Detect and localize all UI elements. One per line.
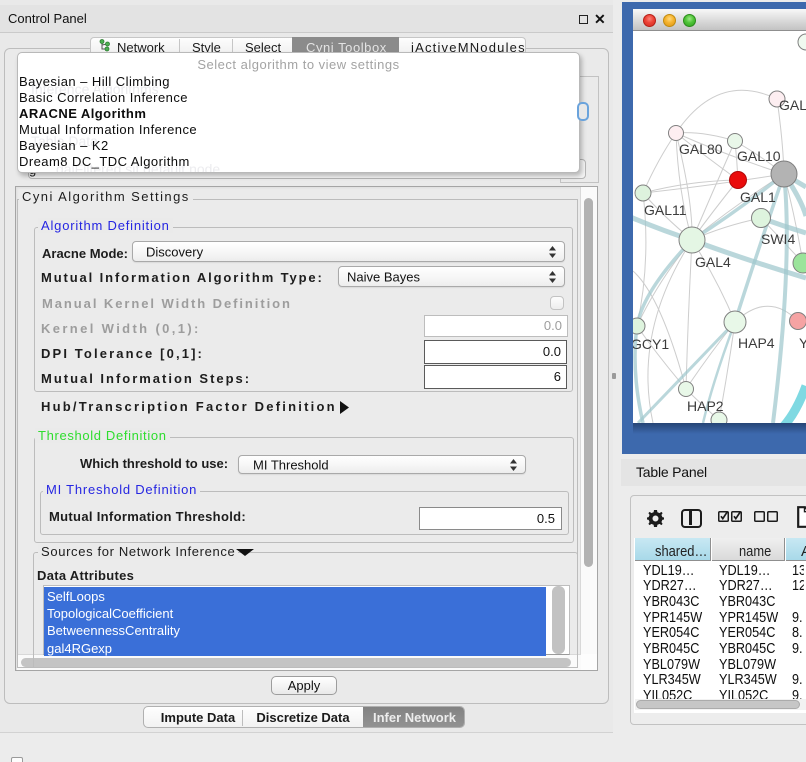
svg-text:GAL10: GAL10 — [737, 148, 781, 164]
svg-text:GCY1: GCY1 — [633, 336, 669, 352]
svg-text:GAL2: GAL2 — [779, 97, 806, 113]
svg-text:SWI4: SWI4 — [761, 231, 795, 247]
svg-text:HAP4: HAP4 — [738, 335, 775, 351]
svg-text:GAL11: GAL11 — [644, 202, 687, 218]
svg-text:GAL1: GAL1 — [740, 189, 776, 205]
svg-text:HAP2: HAP2 — [687, 398, 724, 414]
svg-text:YJ: YJ — [799, 335, 806, 351]
svg-text:GAL80: GAL80 — [679, 141, 723, 157]
svg-text:GAL4: GAL4 — [695, 254, 731, 270]
